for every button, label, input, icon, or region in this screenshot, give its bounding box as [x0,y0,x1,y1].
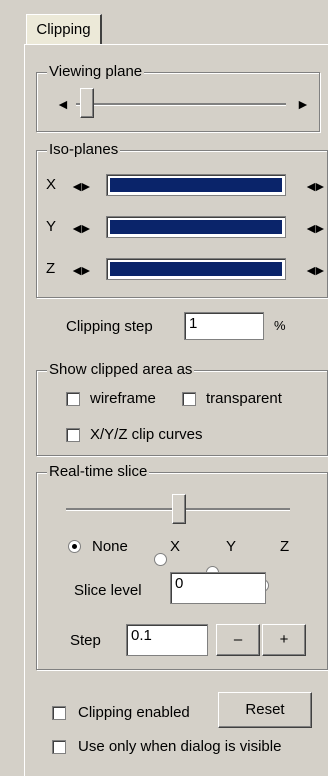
wireframe-checkbox[interactable] [66,392,80,406]
clipping-step-value: 1 [189,315,198,332]
transparent-checkbox[interactable] [182,392,196,406]
clip-curves-checkbox[interactable] [66,428,80,442]
show-clipped-legend: Show clipped area as [47,361,195,379]
clipping-enabled-label[interactable]: Clipping enabled [78,704,190,721]
clipping-step-label: Clipping step [66,318,153,335]
transparent-label[interactable]: transparent [206,390,282,407]
iso-plane-x-bar[interactable] [106,174,286,196]
slice-level-input[interactable]: 0 [170,572,266,604]
reset-button[interactable]: Reset [218,692,312,728]
slice-level-label: Slice level [74,582,142,599]
step-label: Step [70,632,101,649]
radio-none-label[interactable]: None [92,538,128,555]
realtime-slice-legend: Real-time slice [47,463,150,481]
radio-x[interactable] [154,553,167,566]
iso-plane-z-left-arrows[interactable]: ◄► [70,262,93,278]
use-only-visible-checkbox[interactable] [52,740,66,754]
iso-plane-y-right-arrows[interactable]: ◄► [304,220,327,236]
wireframe-label[interactable]: wireframe [90,390,156,407]
clipping-step-input[interactable]: 1 [184,312,264,340]
step-minus-button[interactable]: – [216,624,260,656]
slice-level-value: 0 [175,575,184,592]
iso-plane-x-right-arrows[interactable]: ◄► [304,178,327,194]
tab-clipping-label: Clipping [36,21,91,38]
radio-y-label[interactable]: Y [226,538,236,555]
radio-z-label[interactable]: Z [280,538,289,555]
viewing-plane-right-arrow[interactable]: ► [296,96,310,112]
iso-plane-x-left-arrows[interactable]: ◄► [70,178,93,194]
iso-plane-y-left-arrows[interactable]: ◄► [70,220,93,236]
iso-plane-x-label: X [46,176,57,193]
iso-plane-y-bar[interactable] [106,216,286,238]
viewing-plane-group: Viewing plane [36,63,320,132]
use-only-visible-label[interactable]: Use only when dialog is visible [78,738,281,755]
clipping-enabled-checkbox[interactable] [52,706,66,720]
realtime-slice-slider-thumb[interactable] [172,494,186,524]
step-input[interactable]: 0.1 [126,624,208,656]
radio-x-label[interactable]: X [170,538,180,555]
iso-plane-z-right-arrows[interactable]: ◄► [304,262,327,278]
radio-none[interactable] [68,540,81,553]
viewing-plane-slider-track[interactable] [76,103,286,106]
viewing-plane-left-arrow[interactable]: ◄ [56,96,70,112]
viewing-plane-slider-thumb[interactable] [80,88,94,118]
viewing-plane-legend: Viewing plane [47,63,145,81]
iso-planes-legend: Iso-planes [47,141,121,159]
step-value: 0.1 [131,627,152,644]
iso-plane-z-bar[interactable] [106,258,286,280]
clip-curves-label[interactable]: X/Y/Z clip curves [90,426,203,443]
tab-clipping[interactable]: Clipping [26,14,102,46]
show-clipped-group: Show clipped area as [36,361,328,456]
clipping-step-unit: % [274,318,286,333]
step-plus-button[interactable]: + [262,624,306,656]
iso-plane-y-label: Y [46,218,57,235]
iso-plane-z-label: Z [46,260,56,277]
